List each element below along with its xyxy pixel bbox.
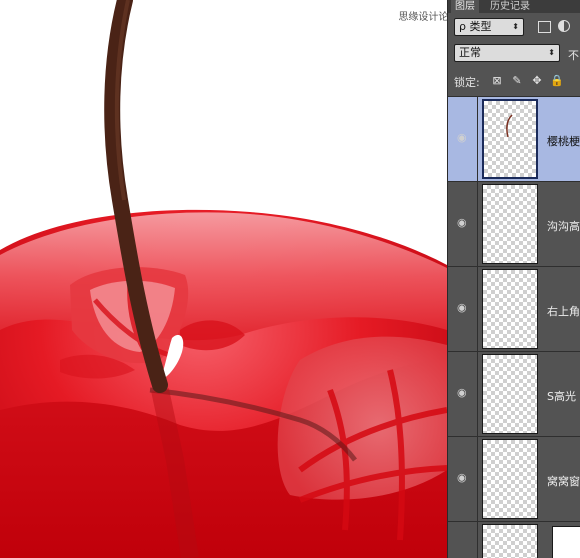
layer-name: 樱桃梗 <box>547 135 580 148</box>
visibility-toggle[interactable]: ◉ <box>448 352 478 436</box>
blend-mode-select[interactable]: 正常 ⬍ <box>454 44 560 62</box>
eye-icon: ◉ <box>457 386 467 399</box>
cherry-illustration <box>0 0 447 558</box>
filter-row: ρ 类型 ⬍ <box>448 16 580 38</box>
layer-thumbnail <box>482 354 538 434</box>
layers-panel: 图层 历史记录 ρ 类型 ⬍ 正常 ⬍ 不 锁定: ⊠ ✎ ✥ 🔒 ◉ 樱桃梗 <box>447 0 580 558</box>
layer-name: S高光 <box>547 390 576 403</box>
layer-mask-thumbnail <box>552 526 580 558</box>
layer-name: 沟沟高 <box>547 220 580 233</box>
eye-icon: ◉ <box>457 301 467 314</box>
tab-history[interactable]: 历史记录 <box>486 0 534 13</box>
layer-row[interactable]: ◉ 沟沟高 <box>448 181 580 266</box>
lock-position-icon[interactable]: ✥ <box>530 74 544 87</box>
visibility-toggle[interactable]: ◉ <box>448 437 478 521</box>
layer-row[interactable]: ◉ 窝窝窗 <box>448 436 580 521</box>
eye-icon: ◉ <box>457 131 467 144</box>
visibility-toggle[interactable]: ◉ <box>448 267 478 351</box>
visibility-toggle[interactable] <box>448 522 478 558</box>
search-icon: ρ <box>459 20 466 33</box>
lock-label: 锁定: <box>454 76 480 89</box>
document-canvas[interactable] <box>0 0 447 558</box>
panel-tab-bar: 图层 历史记录 <box>448 0 580 13</box>
layer-thumbnail <box>482 184 538 264</box>
filter-type-select[interactable]: ρ 类型 ⬍ <box>454 18 524 36</box>
layer-name: 窝窝窗 <box>547 475 580 488</box>
layer-thumbnail <box>482 269 538 349</box>
lock-transparent-pixels-icon[interactable]: ⊠ <box>490 74 504 87</box>
opacity-label: 不 <box>568 49 579 62</box>
stem-thumbnail-sketch <box>506 114 513 138</box>
lock-image-pixels-icon[interactable]: ✎ <box>510 74 524 87</box>
blend-mode-value: 正常 <box>459 46 481 59</box>
visibility-toggle[interactable]: ◉ <box>448 182 478 266</box>
layer-row[interactable]: ◉ 樱桃梗 <box>448 96 580 181</box>
adjustment-filter-icon[interactable] <box>558 20 570 32</box>
updown-arrow-icon: ⬍ <box>548 48 555 57</box>
layer-name: 右上角 <box>547 305 580 318</box>
visibility-toggle[interactable]: ◉ <box>448 97 478 181</box>
updown-arrow-icon: ⬍ <box>512 22 519 31</box>
image-filter-icon[interactable] <box>538 21 551 33</box>
lock-all-icon[interactable]: 🔒 <box>550 74 564 87</box>
eye-icon: ◉ <box>457 471 467 484</box>
tab-layers[interactable]: 图层 <box>451 0 479 13</box>
layer-thumbnail <box>482 99 538 179</box>
layer-row[interactable]: ◉ 右上角 <box>448 266 580 351</box>
layer-row[interactable] <box>448 521 580 558</box>
filter-type-label: 类型 <box>469 20 492 33</box>
lock-row: 锁定: ⊠ ✎ ✥ 🔒 <box>448 70 580 92</box>
layer-row[interactable]: ◉ S高光 <box>448 351 580 436</box>
blend-row: 正常 ⬍ 不 <box>448 42 580 64</box>
layer-thumbnail <box>482 439 538 519</box>
eye-icon: ◉ <box>457 216 467 229</box>
layer-thumbnail <box>482 524 538 558</box>
